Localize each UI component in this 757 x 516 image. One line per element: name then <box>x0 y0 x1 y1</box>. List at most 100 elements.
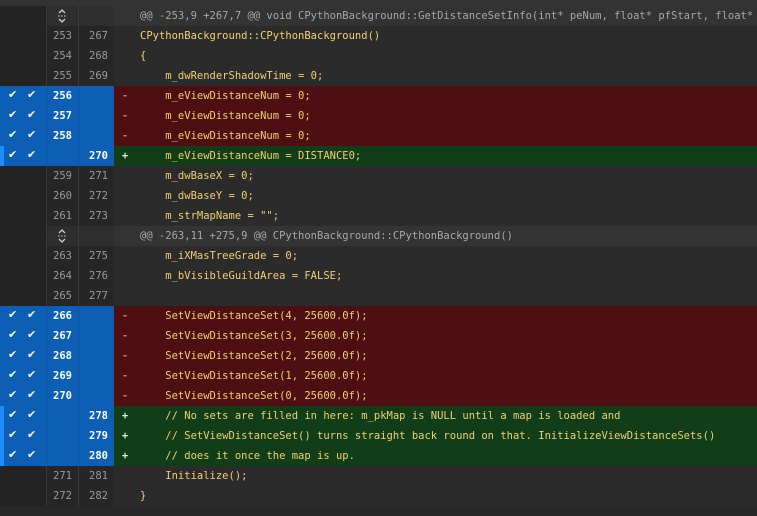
checkmark-icon[interactable]: ✔ <box>8 149 18 161</box>
checkmark-icon[interactable]: ✔ <box>8 329 18 341</box>
checkmark-icon[interactable]: ✔ <box>8 129 18 141</box>
code-line: // SetViewDistanceSet() turns straight b… <box>140 430 716 442</box>
line-select-gutter[interactable] <box>0 66 46 86</box>
old-line-number: 267 <box>46 326 78 346</box>
hunk-header-row[interactable]: @@ -253,9 +267,7 @@ void CPythonBackgrou… <box>0 6 757 26</box>
line-select-gutter[interactable] <box>0 186 46 206</box>
code-line: } <box>140 490 147 502</box>
diff-line-row[interactable]: 259 271 m_dwBaseX = 0; <box>0 166 757 186</box>
line-select-gutter[interactable]: ✔ ✔ <box>0 386 46 406</box>
line-select-gutter[interactable]: ✔ ✔ <box>0 406 46 426</box>
new-line-number <box>78 326 114 346</box>
new-line-number: 276 <box>78 266 114 286</box>
code-line: m_eViewDistanceNum = 0; <box>140 90 311 102</box>
checkmark-icon[interactable]: ✔ <box>27 109 37 121</box>
line-select-gutter[interactable] <box>0 6 66 26</box>
line-select-gutter[interactable] <box>0 166 46 186</box>
new-line-number <box>78 346 114 366</box>
checkmark-icon[interactable]: ✔ <box>27 429 37 441</box>
checkmark-icon[interactable]: ✔ <box>8 309 18 321</box>
line-select-gutter[interactable]: ✔ ✔ <box>0 426 46 446</box>
line-select-gutter[interactable] <box>0 266 46 286</box>
diff-line-row[interactable]: 253 267 CPythonBackground::CPythonBackgrou… <box>0 26 757 46</box>
line-select-gutter[interactable]: ✔ ✔ <box>0 326 46 346</box>
added-marker: + <box>121 430 129 442</box>
line-select-gutter[interactable] <box>0 46 46 66</box>
line-select-gutter[interactable] <box>0 226 66 246</box>
line-marker <box>114 6 136 26</box>
new-line-number <box>78 386 114 406</box>
diff-line-row[interactable]: ✔ ✔ 280 + // does it once the map is up. <box>0 446 757 466</box>
checkmark-icon[interactable]: ✔ <box>27 409 37 421</box>
line-select-gutter[interactable]: ✔ ✔ <box>0 86 46 106</box>
checkmark-icon[interactable]: ✔ <box>27 389 37 401</box>
checkmark-icon[interactable]: ✔ <box>8 389 18 401</box>
expand-context-icon[interactable] <box>56 9 68 23</box>
added-marker: + <box>121 450 129 462</box>
line-marker <box>114 26 136 46</box>
diff-line-row[interactable]: ✔ ✔ 278 + // No sets are filled in here: m_… <box>0 406 757 426</box>
diff-line-row[interactable]: ✔ ✔ 270 + m_eViewDistanceNum = DISTANCE0; <box>0 146 757 166</box>
checkmark-icon[interactable]: ✔ <box>8 369 18 381</box>
line-select-gutter[interactable] <box>0 206 46 226</box>
line-select-gutter[interactable] <box>0 466 46 486</box>
diff-line-row[interactable]: 255 269 m_dwRenderShadowTime = 0; <box>0 66 757 86</box>
checkmark-icon[interactable]: ✔ <box>27 349 37 361</box>
diff-line-row[interactable]: 272 282} <box>0 486 757 506</box>
diff-line-row[interactable]: ✔ ✔ 270- SetViewDistanceSet(0, 25600.0f); <box>0 386 757 406</box>
diff-line-row[interactable]: 260 272 m_dwBaseY = 0; <box>0 186 757 206</box>
diff-line-row[interactable]: ✔ ✔ 256- m_eViewDistanceNum = 0; <box>0 86 757 106</box>
diff-line-row[interactable]: ✔ ✔ 257- m_eViewDistanceNum = 0; <box>0 106 757 126</box>
line-select-gutter[interactable] <box>0 26 46 46</box>
diff-line-row[interactable]: ✔ ✔ 267- SetViewDistanceSet(3, 25600.0f); <box>0 326 757 346</box>
new-line-number: 280 <box>78 446 114 466</box>
checkmark-icon[interactable]: ✔ <box>27 329 37 341</box>
diff-line-row[interactable]: ✔ ✔ 269- SetViewDistanceSet(1, 25600.0f); <box>0 366 757 386</box>
new-line-number: 278 <box>78 406 114 426</box>
diff-line-row[interactable]: ✔ ✔ 266- SetViewDistanceSet(4, 25600.0f); <box>0 306 757 326</box>
scroll-overflow-strip <box>0 0 757 6</box>
expand-context-icon[interactable] <box>56 229 68 243</box>
line-select-gutter[interactable] <box>0 246 46 266</box>
checkmark-icon[interactable]: ✔ <box>8 349 18 361</box>
diff-line-row[interactable]: 254 268 { <box>0 46 757 66</box>
checkmark-icon[interactable]: ✔ <box>8 409 18 421</box>
diff-line-row[interactable]: 264 276 m_bVisibleGuildArea = FALSE; <box>0 266 757 286</box>
checkmark-icon[interactable]: ✔ <box>8 89 18 101</box>
selection-edge-marker <box>0 446 4 466</box>
checkmark-icon[interactable]: ✔ <box>8 429 18 441</box>
diff-line-row[interactable]: 263 275 m_iXMasTreeGrade = 0; <box>0 246 757 266</box>
diff-line-row[interactable]: 265 277 <box>0 286 757 306</box>
new-line-number <box>78 106 114 126</box>
diff-line-row[interactable]: ✔ ✔ 258- m_eViewDistanceNum = 0; <box>0 126 757 146</box>
checkmark-icon[interactable]: ✔ <box>27 129 37 141</box>
checkmark-icon[interactable]: ✔ <box>27 309 37 321</box>
removed-marker: - <box>121 90 129 102</box>
added-marker: + <box>121 410 129 422</box>
line-select-gutter[interactable]: ✔ ✔ <box>0 366 46 386</box>
code-line: SetViewDistanceSet(2, 25600.0f); <box>140 350 368 362</box>
line-select-gutter[interactable]: ✔ ✔ <box>0 306 46 326</box>
diff-line-row[interactable]: 271 281 Initialize(); <box>0 466 757 486</box>
new-line-number <box>78 226 114 246</box>
diff-line-row[interactable]: 261 273 m_strMapName = ""; <box>0 206 757 226</box>
diff-line-row[interactable]: ✔ ✔ 279 + // SetViewDistanceSet() turns str… <box>0 426 757 446</box>
hunk-header-row[interactable]: @@ -263,11 +275,9 @@ CPythonBackground::… <box>0 226 757 246</box>
line-select-gutter[interactable] <box>0 286 46 306</box>
checkmark-icon[interactable]: ✔ <box>27 149 37 161</box>
checkmark-icon[interactable]: ✔ <box>8 109 18 121</box>
new-line-number <box>78 6 114 26</box>
checkmark-icon[interactable]: ✔ <box>8 449 18 461</box>
line-select-gutter[interactable] <box>0 486 46 506</box>
line-select-gutter[interactable]: ✔ ✔ <box>0 106 46 126</box>
old-line-number: 257 <box>46 106 78 126</box>
checkmark-icon[interactable]: ✔ <box>27 449 37 461</box>
line-select-gutter[interactable]: ✔ ✔ <box>0 446 46 466</box>
line-select-gutter[interactable]: ✔ ✔ <box>0 126 46 146</box>
checkmark-icon[interactable]: ✔ <box>27 89 37 101</box>
line-marker <box>114 186 136 206</box>
line-select-gutter[interactable]: ✔ ✔ <box>0 146 46 166</box>
checkmark-icon[interactable]: ✔ <box>27 369 37 381</box>
line-select-gutter[interactable]: ✔ ✔ <box>0 346 46 366</box>
diff-line-row[interactable]: ✔ ✔ 268- SetViewDistanceSet(2, 25600.0f); <box>0 346 757 366</box>
